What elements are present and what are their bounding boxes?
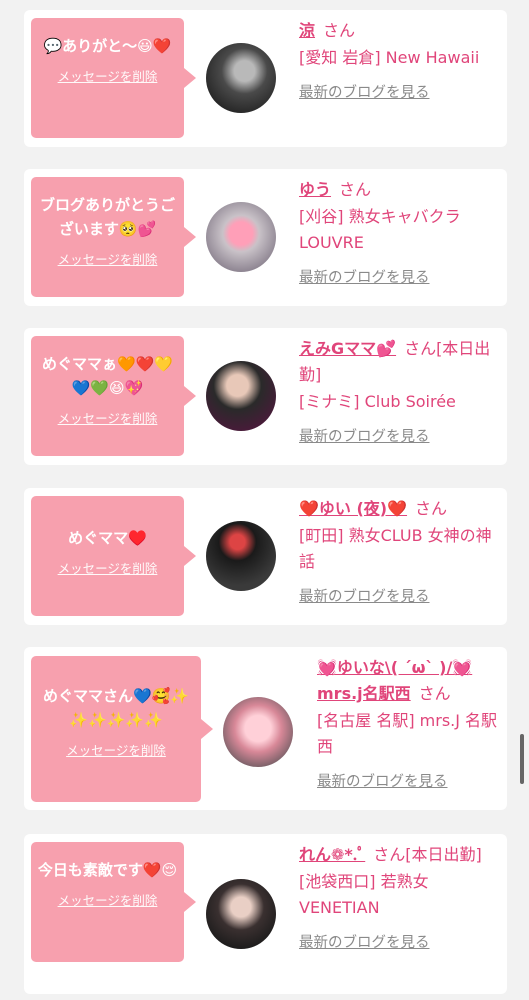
avatar[interactable]	[206, 43, 276, 113]
avatar[interactable]	[206, 521, 276, 591]
message-bubble: ブログありがとうございます🥺💕 メッセージを削除	[31, 177, 196, 297]
message-bubble: めぐママさん💙🥰✨✨✨✨✨✨ メッセージを削除	[31, 656, 213, 802]
latest-blog-link[interactable]: 最新のブログを見る	[299, 930, 499, 956]
message-card: 今日も素敵です❤️😌 メッセージを削除 れん❁*.ﾟ さん[本日出勤] [池袋西口…	[24, 834, 507, 994]
sender-info: ❤️ゆい (夜)❤️ さん [町田] 熟女CLUB 女神の神話 最新のブログを見る	[299, 496, 499, 610]
latest-blog-link[interactable]: 最新のブログを見る	[317, 769, 501, 795]
latest-blog-link[interactable]: 最新のブログを見る	[299, 265, 499, 291]
delete-message-link[interactable]: メッセージを削除	[58, 249, 158, 268]
latest-blog-link[interactable]: 最新のブログを見る	[299, 584, 499, 610]
sender-name-link[interactable]: 涼	[299, 21, 315, 40]
honorific: さん	[415, 499, 448, 518]
message-card: めぐママぁ🧡❤️💛💙💚😆💖 メッセージを削除 えみGママ💕 さん[本日出勤] [ミ…	[24, 328, 507, 465]
message-card: めぐママ♥️ メッセージを削除 ❤️ゆい (夜)❤️ さん [町田] 熟女CLUB…	[24, 488, 507, 625]
message-text: ブログありがとうございます🥺💕	[39, 196, 175, 238]
sender-info: えみGママ💕 さん[本日出勤] [ミナミ] Club Soirée 最新のブログを…	[299, 336, 499, 450]
shop-info: [愛知 岩倉] New Hawaii	[299, 48, 480, 67]
message-card: 💬ありがと〜😃❤️ メッセージを削除 涼さん [愛知 岩倉] New Hawai…	[24, 10, 507, 147]
sender-info: 涼さん [愛知 岩倉] New Hawaii 最新のブログを見る	[299, 18, 499, 106]
delete-message-link[interactable]: メッセージを削除	[58, 408, 158, 427]
message-bubble: 💬ありがと〜😃❤️ メッセージを削除	[31, 18, 196, 138]
message-card: ブログありがとうございます🥺💕 メッセージを削除 ゆう さん [刈谷] 熟女キャバ…	[24, 169, 507, 306]
avatar[interactable]	[206, 879, 276, 949]
delete-message-link[interactable]: メッセージを削除	[58, 890, 158, 909]
shop-info: [池袋西口] 若熟女 VENETIAN	[299, 872, 429, 917]
message-text: めぐママさん💙🥰✨✨✨✨✨✨	[42, 687, 190, 729]
shop-info: [名古屋 名駅] mrs.J 名駅西	[317, 711, 498, 756]
message-text: めぐママ♥️	[68, 529, 147, 547]
delete-message-link[interactable]: メッセージを削除	[66, 740, 166, 759]
honorific: さん	[339, 180, 372, 199]
honorific: さん	[323, 21, 356, 40]
message-bubble: めぐママぁ🧡❤️💛💙💚😆💖 メッセージを削除	[31, 336, 196, 456]
sender-info: れん❁*.ﾟ さん[本日出勤] [池袋西口] 若熟女 VENETIAN 最新のブロ…	[299, 842, 499, 956]
avatar[interactable]	[206, 361, 276, 431]
shop-info: [刈谷] 熟女キャバクラ LOUVRE	[299, 207, 461, 252]
sender-name-link[interactable]: えみGママ💕	[299, 339, 396, 358]
latest-blog-link[interactable]: 最新のブログを見る	[299, 80, 499, 106]
sender-name-link[interactable]: れん❁*.ﾟ	[299, 845, 365, 864]
honorific: さん[本日出勤]	[373, 845, 482, 864]
sender-info: ゆう さん [刈谷] 熟女キャバクラ LOUVRE 最新のブログを見る	[299, 177, 499, 291]
message-text: 今日も素敵です❤️😌	[37, 861, 178, 879]
message-card: めぐママさん💙🥰✨✨✨✨✨✨ メッセージを削除 💓ゆいな\( ´ω` )/💓mr…	[24, 647, 507, 810]
honorific: さん	[418, 684, 451, 703]
message-text: 💬ありがと〜😃❤️	[43, 37, 172, 55]
delete-message-link[interactable]: メッセージを削除	[58, 558, 158, 577]
shop-info: [町田] 熟女CLUB 女神の神話	[299, 526, 492, 571]
sender-name-link[interactable]: ❤️ゆい (夜)❤️	[299, 499, 407, 518]
scrollbar[interactable]	[520, 734, 524, 784]
latest-blog-link[interactable]: 最新のブログを見る	[299, 424, 499, 450]
delete-message-link[interactable]: メッセージを削除	[58, 66, 158, 85]
message-bubble: 今日も素敵です❤️😌 メッセージを削除	[31, 842, 196, 962]
shop-info: [ミナミ] Club Soirée	[299, 392, 456, 411]
message-text: めぐママぁ🧡❤️💛💙💚😆💖	[41, 355, 174, 397]
message-bubble: めぐママ♥️ メッセージを削除	[31, 496, 196, 616]
avatar[interactable]	[206, 202, 276, 272]
sender-info: 💓ゆいな\( ´ω` )/💓mrs.j名駅西 さん [名古屋 名駅] mrs.J …	[317, 655, 501, 795]
avatar[interactable]	[223, 697, 293, 767]
sender-name-link[interactable]: ゆう	[299, 180, 331, 199]
